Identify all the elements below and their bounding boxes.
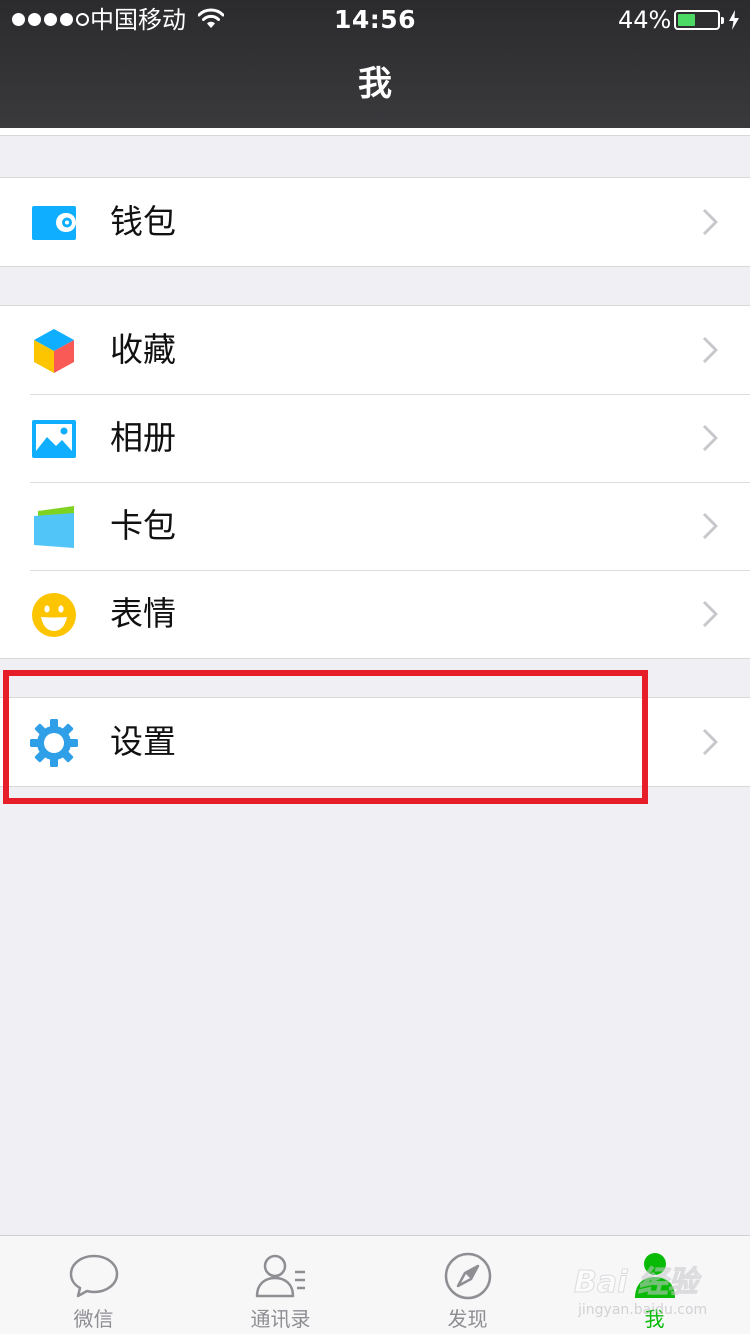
tab-contacts[interactable]: 通讯录 xyxy=(187,1236,374,1334)
list-item-label: 相册 xyxy=(110,418,176,457)
list-item-favorites[interactable]: 收藏 xyxy=(0,306,750,394)
compass-icon xyxy=(444,1252,492,1300)
list-group-wallet: 钱包 xyxy=(0,177,750,267)
smiley-icon xyxy=(32,593,76,637)
charging-bolt-icon xyxy=(729,10,739,30)
tab-chats[interactable]: 微信 xyxy=(0,1236,187,1334)
watermark-sub-text: jingyan.baidu.com xyxy=(578,1302,708,1318)
battery-level-fill xyxy=(678,14,695,26)
list-item-cards[interactable]: 卡包 xyxy=(0,482,750,570)
tab-bar: 微信 通讯录 发现 我 Bai 经验 jingyan.baidu.com xyxy=(0,1235,750,1334)
tab-discover[interactable]: 发现 xyxy=(374,1236,561,1334)
tab-label: 微信 xyxy=(73,1307,114,1331)
list-item-label: 表情 xyxy=(110,594,176,633)
contacts-icon xyxy=(255,1254,305,1298)
battery-icon xyxy=(674,10,724,30)
nav-bar-bottom-strip xyxy=(0,128,750,136)
top-bar: 中国移动 14:56 44% 我 xyxy=(0,0,750,128)
chevron-right-icon xyxy=(702,728,718,756)
list-item-stickers[interactable]: 表情 xyxy=(0,570,750,658)
tab-label: 发现 xyxy=(447,1307,488,1331)
chevron-right-icon xyxy=(702,336,718,364)
chevron-right-icon xyxy=(702,424,718,452)
app-screen: 中国移动 14:56 44% 我 钱包 收藏 相册 卡包 表情 设置 微信 通讯… xyxy=(0,0,750,1334)
list-item-wallet[interactable]: 钱包 xyxy=(0,178,750,266)
watermark-main-text: Bai 经验 xyxy=(574,1265,699,1300)
wallet-icon xyxy=(32,206,76,240)
highlight-box xyxy=(3,670,648,804)
card-wallet-icon xyxy=(34,506,74,548)
list-item-album[interactable]: 相册 xyxy=(0,394,750,482)
list-item-label: 卡包 xyxy=(110,506,176,545)
favorites-cube-icon xyxy=(34,329,74,373)
list-item-label: 钱包 xyxy=(110,202,176,241)
baidu-watermark: Bai 经验 jingyan.baidu.com xyxy=(574,1265,724,1326)
chevron-right-icon xyxy=(702,512,718,540)
battery-percent: 44% xyxy=(618,6,672,34)
chat-bubble-icon xyxy=(69,1254,119,1298)
chevron-right-icon xyxy=(702,208,718,236)
list-item-label: 收藏 xyxy=(110,330,176,369)
chevron-right-icon xyxy=(702,600,718,628)
album-icon xyxy=(32,420,76,458)
battery-nub xyxy=(721,17,724,24)
page-title: 我 xyxy=(358,64,392,104)
tab-label: 通讯录 xyxy=(250,1307,311,1331)
list-group-main: 收藏 相册 卡包 表情 xyxy=(0,305,750,659)
status-bar: 中国移动 14:56 44% xyxy=(0,0,750,40)
